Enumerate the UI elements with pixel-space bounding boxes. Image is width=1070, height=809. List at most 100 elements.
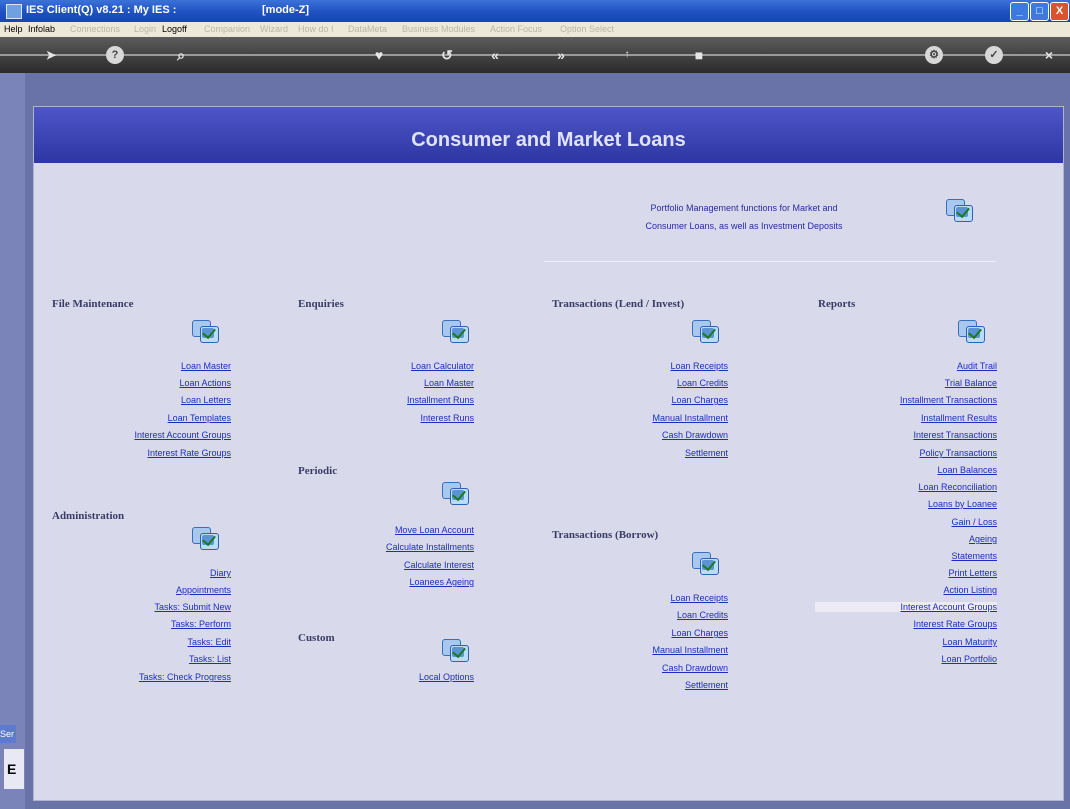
settings-icon[interactable]: ⚙ bbox=[925, 46, 943, 64]
link-tasks-list[interactable]: Tasks: List bbox=[189, 654, 231, 664]
link-tasks-perform[interactable]: Tasks: Perform bbox=[171, 619, 231, 629]
menu-companion[interactable]: Companion bbox=[204, 24, 250, 34]
link-interest-runs[interactable]: Interest Runs bbox=[420, 413, 474, 423]
administration-icon[interactable] bbox=[192, 525, 219, 550]
search-icon[interactable]: ⌕ bbox=[172, 46, 190, 64]
link-borrow-loan-receipts[interactable]: Loan Receipts bbox=[670, 593, 728, 603]
link-ageing[interactable]: Ageing bbox=[969, 534, 997, 544]
section-title-reports: Reports bbox=[818, 298, 856, 310]
link-borrow-settlement[interactable]: Settlement bbox=[685, 680, 728, 690]
menu-datameta[interactable]: DataMeta bbox=[348, 24, 387, 34]
link-tasks-check-progress[interactable]: Tasks: Check Progress bbox=[139, 672, 231, 682]
section-title-administration: Administration bbox=[52, 510, 125, 522]
menu-wizard[interactable]: Wizard bbox=[260, 24, 288, 34]
reports-icon[interactable] bbox=[958, 318, 985, 343]
intro-text: Portfolio Management functions for Marke… bbox=[594, 199, 894, 235]
file-maintenance-icon[interactable] bbox=[192, 318, 219, 343]
close-window-button[interactable]: X bbox=[1050, 2, 1069, 21]
link-installment-transactions[interactable]: Installment Transactions bbox=[900, 395, 997, 405]
link-lend-manual-installment[interactable]: Manual Installment bbox=[652, 413, 728, 423]
link-action-listing[interactable]: Action Listing bbox=[943, 585, 997, 595]
main-content: Consumer and Market Loans Portfolio Mana… bbox=[33, 106, 1064, 801]
link-installment-results[interactable]: Installment Results bbox=[921, 413, 997, 423]
link-gain-loss[interactable]: Gain / Loss bbox=[951, 517, 997, 527]
link-report-interest-rate-groups[interactable]: Interest Rate Groups bbox=[913, 619, 997, 629]
link-move-loan-account[interactable]: Move Loan Account bbox=[395, 525, 474, 535]
link-loan-portfolio[interactable]: Loan Portfolio bbox=[941, 654, 997, 664]
link-loan-maturity[interactable]: Loan Maturity bbox=[942, 637, 997, 647]
link-installment-runs[interactable]: Installment Runs bbox=[407, 395, 474, 405]
section-title-transactions-lend: Transactions (Lend / Invest) bbox=[552, 298, 685, 310]
link-interest-rate-groups[interactable]: Interest Rate Groups bbox=[147, 448, 231, 458]
info-icon[interactable] bbox=[946, 197, 973, 222]
link-lend-cash-drawdown[interactable]: Cash Drawdown bbox=[662, 430, 728, 440]
menu-how-do-i[interactable]: How do I bbox=[298, 24, 334, 34]
link-statements[interactable]: Statements bbox=[951, 551, 997, 561]
link-loan-master[interactable]: Loan Master bbox=[181, 361, 231, 371]
bookmark-icon[interactable]: ■ bbox=[690, 46, 708, 64]
menu-connections[interactable]: Connections bbox=[70, 24, 120, 34]
link-diary[interactable]: Diary bbox=[210, 568, 231, 578]
check-icon[interactable]: ✓ bbox=[985, 46, 1003, 64]
link-loan-letters[interactable]: Loan Letters bbox=[181, 395, 231, 405]
help-icon[interactable]: ? bbox=[106, 46, 124, 64]
close-icon[interactable]: × bbox=[1040, 46, 1058, 64]
menu-login[interactable]: Login bbox=[134, 24, 156, 34]
link-loan-balances[interactable]: Loan Balances bbox=[937, 465, 997, 475]
link-borrow-cash-drawdown[interactable]: Cash Drawdown bbox=[662, 663, 728, 673]
link-interest-transactions[interactable]: Interest Transactions bbox=[913, 430, 997, 440]
link-lend-loan-credits[interactable]: Loan Credits bbox=[677, 378, 728, 388]
link-borrow-loan-charges[interactable]: Loan Charges bbox=[671, 628, 728, 638]
enquiries-icon[interactable] bbox=[442, 318, 469, 343]
link-report-interest-account-groups[interactable]: Interest Account Groups bbox=[815, 602, 997, 612]
menu-action-focus[interactable]: Action Focus bbox=[490, 24, 542, 34]
minimize-button[interactable]: _ bbox=[1010, 2, 1029, 21]
link-local-options[interactable]: Local Options bbox=[419, 672, 474, 682]
side-tab[interactable]: Ser bbox=[0, 725, 16, 743]
section-title-enquiries: Enquiries bbox=[298, 298, 344, 310]
maximize-button[interactable]: □ bbox=[1030, 2, 1049, 21]
history-icon[interactable]: ↺ bbox=[438, 46, 456, 64]
link-tasks-submit-new[interactable]: Tasks: Submit New bbox=[154, 602, 231, 612]
link-lend-settlement[interactable]: Settlement bbox=[685, 448, 728, 458]
up-icon[interactable]: ↑ bbox=[618, 46, 636, 64]
heart-icon[interactable]: ♥ bbox=[370, 46, 388, 64]
link-appointments[interactable]: Appointments bbox=[176, 585, 231, 595]
back-icon[interactable]: « bbox=[486, 46, 504, 64]
toolbar: ➤ ? ⌕ ♥ ↺ « » ↑ ■ ⚙ ✓ × bbox=[0, 37, 1070, 73]
link-loan-actions[interactable]: Loan Actions bbox=[179, 378, 231, 388]
link-loans-by-loanee[interactable]: Loans by Loanee bbox=[928, 499, 997, 509]
link-policy-transactions[interactable]: Policy Transactions bbox=[919, 448, 997, 458]
periodic-icon[interactable] bbox=[442, 480, 469, 505]
link-enquiry-loan-master[interactable]: Loan Master bbox=[424, 378, 474, 388]
link-print-letters[interactable]: Print Letters bbox=[948, 568, 997, 578]
link-trial-balance[interactable]: Trial Balance bbox=[945, 378, 997, 388]
left-panel: Ser E bbox=[0, 73, 25, 809]
title-bar: IES Client(Q) v8.21 : My IES : [mode-Z] … bbox=[0, 0, 1070, 22]
link-tasks-edit[interactable]: Tasks: Edit bbox=[187, 637, 231, 647]
transactions-borrow-icon[interactable] bbox=[692, 550, 719, 575]
menu-infolab[interactable]: Infolab bbox=[28, 24, 55, 34]
menu-logoff[interactable]: Logoff bbox=[162, 24, 187, 34]
link-borrow-manual-installment[interactable]: Manual Installment bbox=[652, 645, 728, 655]
side-input[interactable]: E bbox=[4, 749, 24, 789]
link-borrow-loan-credits[interactable]: Loan Credits bbox=[677, 610, 728, 620]
link-loanees-ageing[interactable]: Loanees Ageing bbox=[409, 577, 474, 587]
arrow-right-icon[interactable]: ➤ bbox=[36, 46, 66, 64]
link-loan-templates[interactable]: Loan Templates bbox=[168, 413, 231, 423]
forward-icon[interactable]: » bbox=[552, 46, 570, 64]
custom-icon[interactable] bbox=[442, 637, 469, 662]
menu-option-select[interactable]: Option Select bbox=[560, 24, 614, 34]
transactions-lend-icon[interactable] bbox=[692, 318, 719, 343]
link-loan-calculator[interactable]: Loan Calculator bbox=[411, 361, 474, 371]
link-calculate-interest[interactable]: Calculate Interest bbox=[404, 560, 474, 570]
menu-help[interactable]: Help bbox=[4, 24, 23, 34]
menu-business-modules[interactable]: Business Modules bbox=[402, 24, 475, 34]
link-lend-loan-receipts[interactable]: Loan Receipts bbox=[670, 361, 728, 371]
link-calculate-installments[interactable]: Calculate Installments bbox=[386, 542, 474, 552]
link-loan-reconciliation[interactable]: Loan Reconciliation bbox=[918, 482, 997, 492]
link-audit-trail[interactable]: Audit Trail bbox=[957, 361, 997, 371]
link-interest-account-groups[interactable]: Interest Account Groups bbox=[134, 430, 231, 440]
window-title: IES Client(Q) v8.21 : My IES : bbox=[26, 4, 177, 16]
link-lend-loan-charges[interactable]: Loan Charges bbox=[671, 395, 728, 405]
